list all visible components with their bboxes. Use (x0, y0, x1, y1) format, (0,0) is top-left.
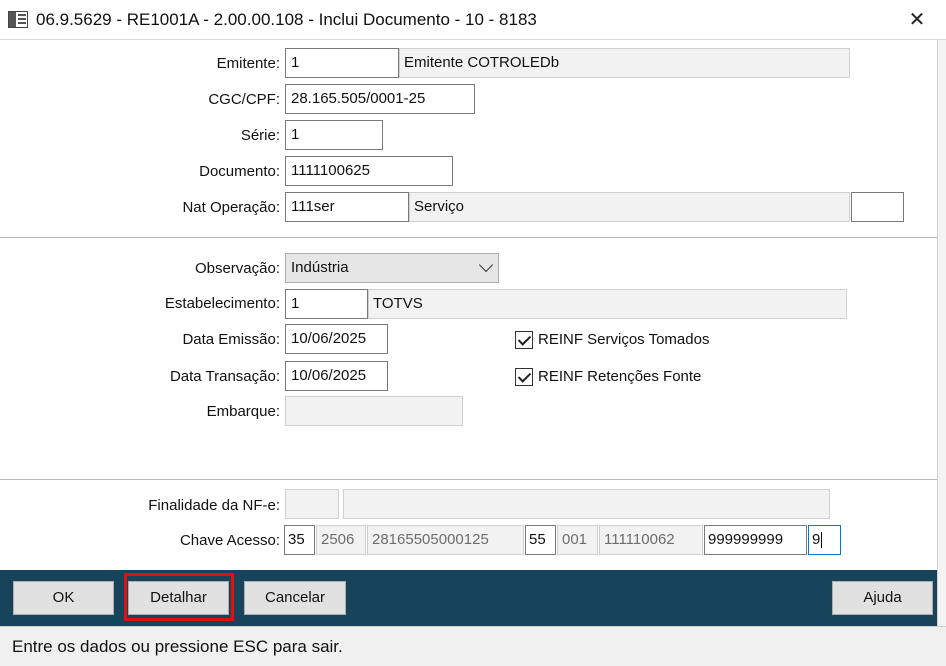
documento-input[interactable]: 1111100625 (285, 156, 453, 186)
nat-operacao-description-field: Serviço (409, 192, 850, 222)
data-transacao-input[interactable]: 10/06/2025 (285, 361, 388, 391)
emitente-code-input[interactable]: 1 (285, 48, 399, 78)
data-transacao-label: Data Transação: (169, 368, 280, 385)
chevron-down-icon (478, 257, 494, 273)
status-text: Entre os dados ou pressione ESC para sai… (12, 637, 343, 656)
finalidade-nfe-description-field (343, 489, 830, 519)
section-divider (0, 237, 937, 239)
estabelecimento-label: Estabelecimento: (164, 295, 280, 312)
cgc-cpf-label: CGC/CPF: (208, 91, 280, 108)
chave-acesso-serie-field: 001 (557, 525, 598, 555)
serie-label: Série: (240, 127, 280, 144)
button-bar: OK Detalhar Cancelar Ajuda (0, 570, 937, 626)
documento-label: Documento: (199, 163, 280, 180)
estabelecimento-code-input[interactable]: 1 (285, 289, 368, 319)
chave-acesso-uf-input[interactable]: 35 (284, 525, 315, 555)
cancelar-button[interactable]: Cancelar (244, 581, 346, 615)
reinf-servicos-tomados-label: REINF Serviços Tomados (538, 331, 710, 348)
ok-button[interactable]: OK (13, 581, 114, 615)
chave-acesso-dv-input[interactable]: 9 (808, 525, 841, 555)
chave-acesso-dv-value: 9 (812, 531, 821, 548)
estabelecimento-name-field: TOTVS (368, 289, 847, 319)
chave-acesso-codigo-input[interactable]: 999999999 (704, 525, 807, 555)
window-title: 06.9.5629 - RE1001A - 2.00.00.108 - Incl… (36, 10, 537, 29)
data-emissao-input[interactable]: 10/06/2025 (285, 324, 388, 354)
finalidade-nfe-label: Finalidade da NF-e: (148, 497, 280, 514)
cgc-cpf-input[interactable]: 28.165.505/0001-25 (285, 84, 475, 114)
nat-operacao-extra-input[interactable] (851, 192, 904, 222)
finalidade-nfe-code-field (285, 489, 339, 519)
detalhar-button[interactable]: Detalhar (128, 581, 229, 615)
observacao-label: Observação: (194, 260, 280, 277)
emitente-label: Emitente: (216, 55, 280, 72)
chave-acesso-numero-field: 111110062 (599, 525, 703, 555)
embarque-label: Embarque: (206, 403, 280, 420)
observacao-selected-value: Indústria (291, 259, 349, 276)
reinf-servicos-tomados-checkbox[interactable] (515, 331, 533, 349)
nat-operacao-code-input[interactable]: 111ser (285, 192, 409, 222)
status-bar: Entre os dados ou pressione ESC para sai… (0, 626, 946, 666)
reinf-retencoes-fonte-label: REINF Retenções Fonte (538, 368, 702, 385)
chave-acesso-label: Chave Acesso: (179, 532, 280, 549)
data-emissao-label: Data Emissão: (182, 331, 280, 348)
embarque-field (285, 396, 463, 426)
text-cursor (821, 532, 823, 549)
chave-acesso-cnpj-field: 28165505000125 (367, 525, 524, 555)
observacao-select[interactable]: Indústria (285, 253, 499, 283)
chave-acesso-modelo-input[interactable]: 55 (525, 525, 556, 555)
section-divider (0, 479, 937, 481)
chave-acesso-aamm-field: 2506 (316, 525, 366, 555)
reinf-retencoes-fonte-checkbox[interactable] (515, 368, 533, 386)
ajuda-button[interactable]: Ajuda (832, 581, 933, 615)
close-button[interactable]: ✕ (894, 4, 940, 36)
title-bar: 06.9.5629 - RE1001A - 2.00.00.108 - Incl… (0, 0, 946, 40)
emitente-name-field: Emitente COTROLEDb (399, 48, 850, 78)
window-frame-edge (937, 40, 946, 626)
app-window-icon (8, 11, 28, 28)
serie-input[interactable]: 1 (285, 120, 383, 150)
nat-operacao-label: Nat Operação: (182, 199, 280, 216)
